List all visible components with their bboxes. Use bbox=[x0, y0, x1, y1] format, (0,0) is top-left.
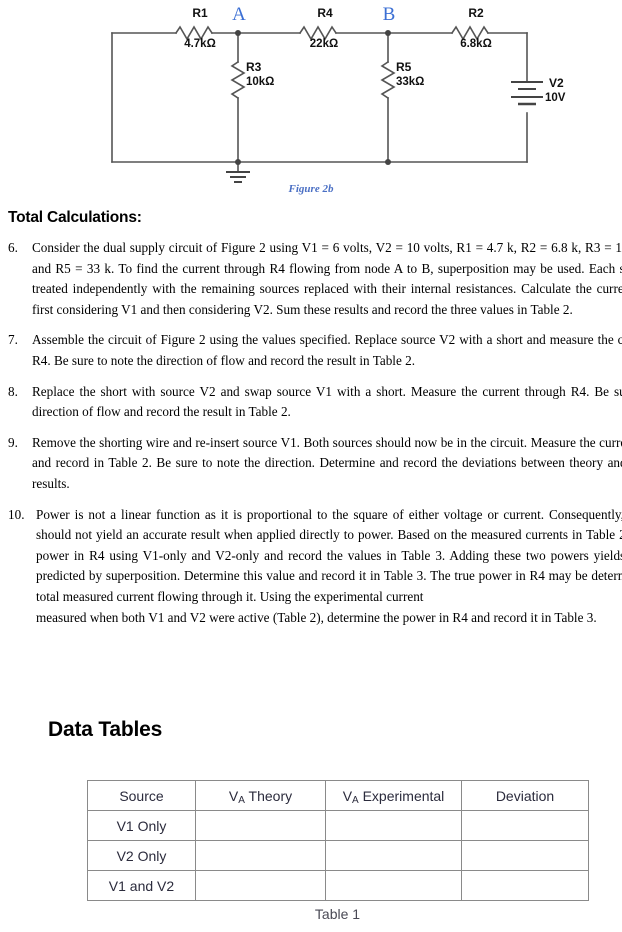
cell-experimental[interactable] bbox=[325, 870, 462, 901]
va-theory-tail: Theory bbox=[244, 787, 293, 804]
label-r5-ref: R5 bbox=[396, 60, 412, 74]
cell-deviation[interactable] bbox=[461, 870, 589, 901]
cell-source: V1 and V2 bbox=[87, 870, 196, 901]
list-item-number: 9. bbox=[8, 434, 18, 450]
list-item-text: Replace the short with source V2 and swa… bbox=[32, 383, 622, 420]
va-exp-prefix: V bbox=[342, 787, 353, 804]
label-r2-value: 6.8kΩ bbox=[460, 38, 492, 50]
list-item: 9. Remove the shorting wire and re-inser… bbox=[0, 433, 622, 495]
list-item-text: Consider the dual supply circuit of Figu… bbox=[32, 240, 622, 317]
total-calculations-heading: Total Calculations: bbox=[8, 209, 142, 226]
table-row: V2 Only bbox=[87, 840, 589, 871]
figure-caption: Figure 2b bbox=[288, 183, 334, 195]
label-r4-ref: R4 bbox=[317, 6, 333, 20]
va-theory-subscript: A bbox=[238, 794, 245, 806]
cell-deviation[interactable] bbox=[461, 840, 589, 871]
label-r4-value: 22kΩ bbox=[309, 38, 339, 50]
label-r3-value: 10kΩ bbox=[246, 76, 275, 88]
cell-experimental[interactable] bbox=[325, 840, 462, 871]
column-header-va-experimental: VA Experimental bbox=[325, 780, 462, 811]
list-item-text: Power is not a linear function as it is … bbox=[36, 506, 622, 604]
column-header-va-theory: VA Theory bbox=[195, 780, 326, 811]
list-item-number: 6. bbox=[8, 240, 18, 255]
cell-theory[interactable] bbox=[195, 810, 326, 841]
column-header-deviation: Deviation bbox=[461, 780, 589, 811]
list-item: 8. Replace the short with source V2 and … bbox=[0, 382, 622, 423]
table-header-row: Source VA Theory VA Experimental Deviati… bbox=[87, 780, 589, 811]
label-v2-ref: V2 bbox=[549, 76, 564, 90]
cell-source: V1 Only bbox=[87, 810, 196, 841]
node-label-a: A bbox=[232, 4, 246, 25]
va-exp-tail: Experimental bbox=[358, 787, 445, 804]
va-exp-subscript: A bbox=[352, 794, 359, 806]
list-item: 7. Assemble the circuit of Figure 2 usin… bbox=[0, 330, 622, 371]
list-item-number: 8. bbox=[8, 383, 18, 399]
data-tables-heading: Data Tables bbox=[48, 718, 163, 741]
cell-theory[interactable] bbox=[195, 840, 326, 871]
cell-source: V2 Only bbox=[87, 840, 196, 871]
cell-experimental[interactable] bbox=[325, 810, 462, 841]
list-item-text: Assemble the circuit of Figure 2 using t… bbox=[32, 332, 622, 368]
table-1-caption: Table 1 bbox=[314, 906, 361, 922]
cell-deviation[interactable] bbox=[461, 810, 589, 841]
table-row: V1 Only bbox=[87, 810, 589, 841]
label-r2-ref: R2 bbox=[468, 6, 484, 20]
list-item-text: measured when both V1 and V2 were active… bbox=[36, 609, 597, 625]
label-r1-ref: R1 bbox=[192, 6, 208, 20]
label-r5-value: 33kΩ bbox=[396, 76, 425, 88]
va-theory-prefix: V bbox=[228, 787, 239, 804]
list-item: 6. Consider the dual supply circuit of F… bbox=[0, 238, 622, 320]
column-header-source: Source bbox=[87, 780, 196, 811]
node-label-b: B bbox=[382, 4, 396, 25]
list-item-text: Remove the shorting wire and re-insert s… bbox=[32, 434, 622, 491]
list-item-number: 10. bbox=[8, 506, 25, 522]
list-item-number: 7. bbox=[8, 332, 18, 348]
list-item-continuation: measured when both V1 and V2 were active… bbox=[0, 608, 622, 629]
procedure-list: 6. Consider the dual supply circuit of F… bbox=[0, 238, 622, 638]
label-v2-value: 10V bbox=[545, 92, 566, 104]
list-item: 10. Power is not a linear function as it… bbox=[0, 505, 622, 608]
table-row: V1 and V2 bbox=[87, 870, 589, 901]
label-r1-value: 4.7kΩ bbox=[184, 38, 216, 50]
circuit-schematic bbox=[111, 25, 543, 183]
table-1: Source VA Theory VA Experimental Deviati… bbox=[87, 780, 589, 901]
circuit-figure: R1 4.7kΩ R4 22kΩ R2 6.8kΩ R3 10kΩ R5 33k… bbox=[0, 0, 622, 205]
label-r3-ref: R3 bbox=[246, 60, 262, 74]
cell-theory[interactable] bbox=[195, 870, 326, 901]
